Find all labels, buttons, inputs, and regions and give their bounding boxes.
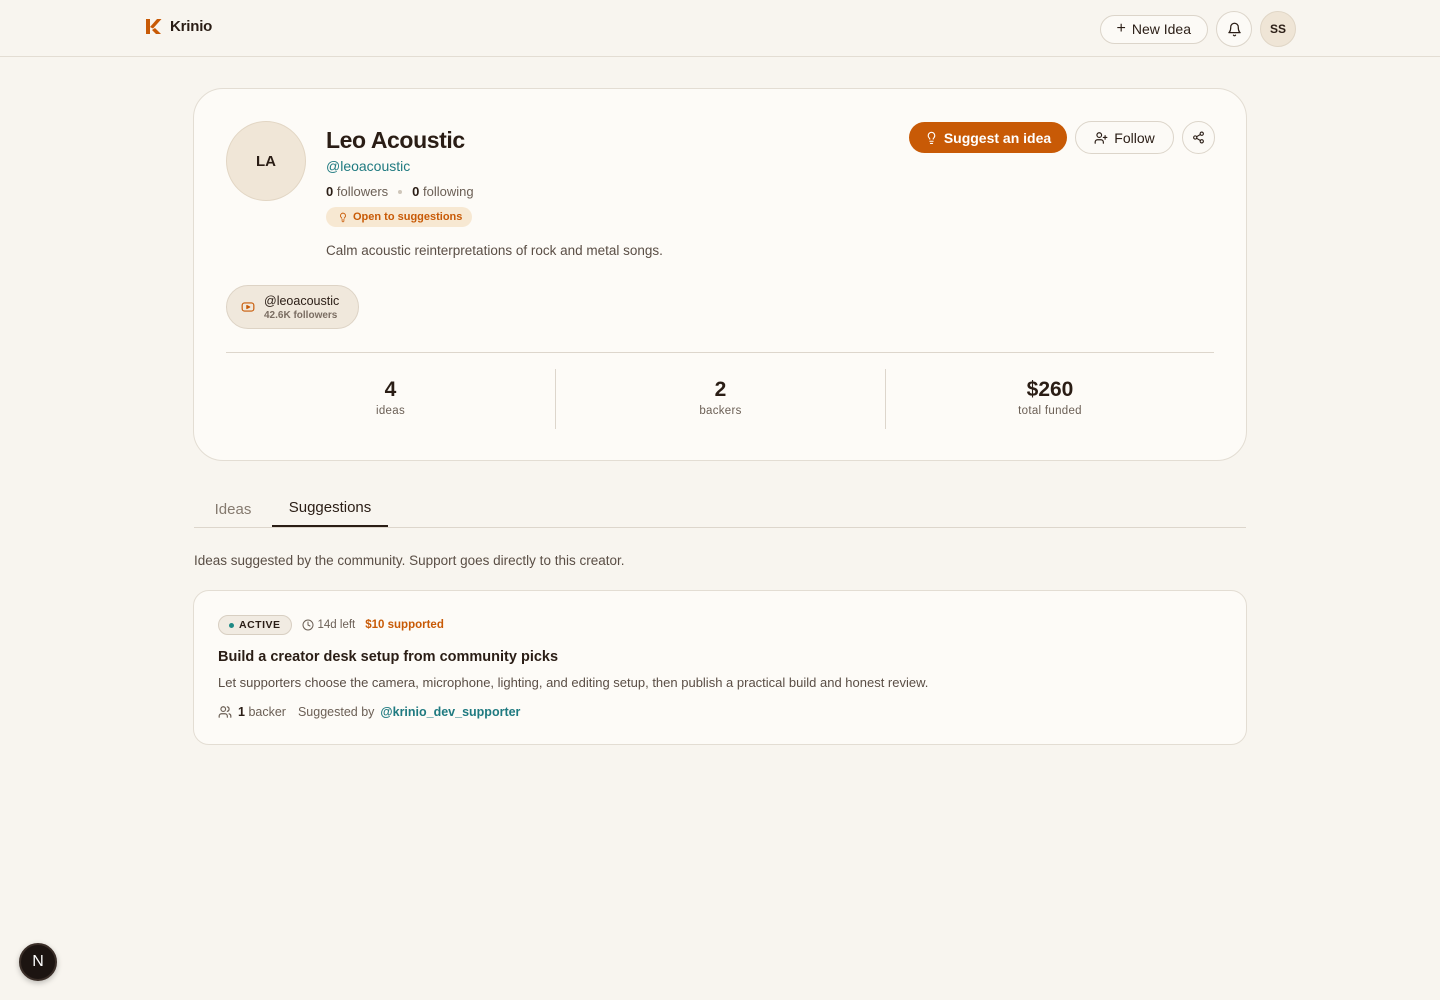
open-to-suggestions-badge: Open to suggestions — [326, 207, 473, 227]
suggestion-card[interactable]: ACTIVE 14d left $10 supported Build a cr… — [193, 590, 1247, 745]
share-icon — [1193, 131, 1204, 144]
stat-label: ideas — [376, 405, 405, 417]
open-badge-label: Open to suggestions — [353, 211, 463, 223]
creator-profile-card: LA Leo Acoustic @leoacoustic 0 followers… — [193, 88, 1247, 461]
lightbulb-icon — [927, 131, 936, 144]
time-left: 14d left — [302, 619, 356, 631]
youtube-icon — [241, 302, 255, 312]
following-label: following — [423, 184, 474, 199]
suggestion-title: Build a creator desk setup from communit… — [218, 649, 559, 665]
follow-button[interactable]: Follow — [1075, 121, 1174, 154]
creator-name: Leo Acoustic — [326, 127, 465, 153]
backer-label: backer — [248, 705, 286, 719]
suggest-idea-button[interactable]: Suggest an idea — [909, 122, 1067, 153]
suggestion-meta: ACTIVE 14d left $10 supported — [218, 615, 444, 635]
social-text: @leoacoustic 42.6K followers — [264, 294, 339, 321]
followers-stat[interactable]: 0 followers — [326, 184, 388, 199]
time-left-label: 14d left — [317, 619, 356, 631]
followers-label: followers — [336, 184, 389, 199]
profile-tabs: Ideas Suggestions — [194, 490, 1246, 528]
krinio-logo-icon — [146, 19, 162, 34]
stat-backers: 2 backers — [555, 369, 885, 429]
new-idea-label: New Idea — [1131, 21, 1191, 37]
suggestion-description: Let supporters choose the camera, microp… — [218, 675, 929, 690]
suggested-by-label: Suggested by — [297, 705, 375, 719]
stat-value: 4 — [384, 378, 397, 401]
backer-stat: 1 backer — [238, 705, 286, 719]
follow-stats: 0 followers 0 following — [326, 184, 474, 199]
stat-value: 2 — [714, 378, 727, 401]
stat-total-funded: $260 total funded — [885, 369, 1214, 429]
stat-ideas: 4 ideas — [226, 369, 555, 429]
user-avatar-button[interactable]: SS — [1260, 11, 1296, 47]
follow-label: Follow — [1114, 129, 1155, 146]
plus-icon: + — [1116, 19, 1126, 37]
status-label: ACTIVE — [239, 619, 281, 631]
youtube-channel-link[interactable]: @leoacoustic 42.6K followers — [226, 285, 359, 329]
stat-label: backers — [699, 405, 742, 417]
brand-name: Krinio — [170, 18, 213, 35]
stats-divider — [226, 352, 1214, 353]
header-actions: + New Idea SS — [1099, 11, 1296, 47]
tab-description: Ideas suggested by the community. Suppor… — [194, 553, 625, 568]
tab-suggestions[interactable]: Suggestions — [272, 490, 388, 527]
users-icon — [218, 706, 232, 718]
status-dot-icon — [229, 622, 234, 628]
followers-count: 0 — [326, 184, 334, 199]
suggestion-footer: 1 backer Suggested by @krinio_dev_suppor… — [218, 705, 520, 719]
share-button[interactable] — [1182, 121, 1215, 154]
creator-bio: Calm acoustic reinterpretations of rock … — [326, 243, 663, 258]
stat-label: total funded — [1018, 405, 1082, 417]
top-navigation-bar: Krinio + New Idea SS — [0, 0, 1440, 57]
creator-avatar: LA — [226, 121, 306, 201]
following-count: 0 — [412, 184, 420, 199]
supported-amount: $10 supported — [365, 619, 444, 631]
stat-value: $260 — [1026, 378, 1074, 401]
new-idea-button[interactable]: + New Idea — [1099, 14, 1208, 44]
bell-icon — [1227, 22, 1241, 36]
dev-tools-badge[interactable]: N — [19, 943, 57, 981]
tab-ideas[interactable]: Ideas — [194, 490, 272, 528]
brand-logo-link[interactable]: Krinio — [145, 18, 212, 35]
notifications-button[interactable] — [1216, 11, 1252, 47]
suggest-idea-label: Suggest an idea — [943, 129, 1052, 146]
suggestion-author-link[interactable]: @krinio_dev_supporter — [380, 705, 520, 719]
following-stat[interactable]: 0 following — [412, 184, 473, 199]
lightbulb-icon — [340, 212, 346, 222]
social-handle: @leoacoustic — [264, 293, 340, 308]
status-badge: ACTIVE — [218, 615, 292, 635]
social-followers: 42.6K followers — [264, 309, 338, 321]
creator-handle: @leoacoustic — [326, 158, 411, 174]
dot-separator — [398, 189, 403, 194]
user-plus-icon — [1094, 131, 1108, 144]
backer-count: 1 — [238, 705, 245, 719]
clock-icon — [302, 619, 314, 631]
